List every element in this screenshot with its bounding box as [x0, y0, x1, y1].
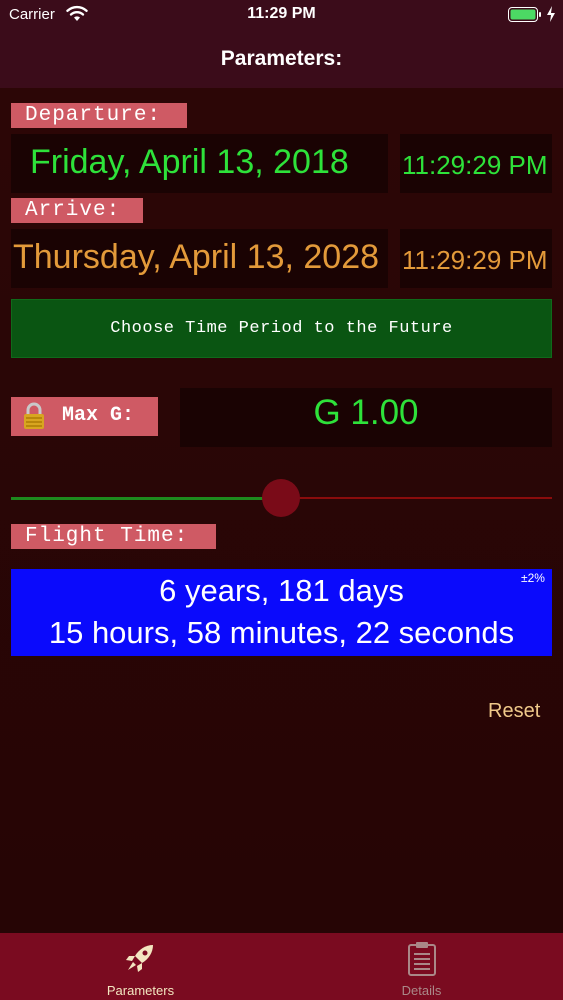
tab-parameters[interactable]: Parameters	[90, 983, 191, 998]
max-g-label: Max G:	[62, 404, 135, 427]
rocket-icon[interactable]	[122, 940, 158, 976]
tab-bar	[0, 933, 563, 1000]
charging-bolt-icon	[547, 6, 555, 22]
tolerance-note: ±2%	[521, 571, 545, 585]
flight-time-line1: 6 years, 181 days	[159, 573, 404, 608]
page-title: Parameters:	[220, 47, 343, 70]
slider-track-filled[interactable]	[11, 497, 282, 500]
status-time: 11:29 PM	[247, 5, 316, 22]
slider-track-empty[interactable]	[282, 497, 552, 499]
choose-time-period-button[interactable]: Choose Time Period to the Future	[11, 299, 552, 358]
reset-button[interactable]: Reset	[488, 700, 540, 723]
arrive-label: Arrive:	[11, 198, 143, 223]
lock-icon	[24, 402, 44, 429]
arrive-time: 11:29:29 PM	[402, 245, 548, 275]
flight-time-line2: 15 hours, 58 minutes, 22 seconds	[48, 615, 515, 650]
tab-details[interactable]: Details	[371, 983, 472, 998]
departure-date: Friday, April 13, 2018	[30, 143, 349, 181]
departure-label: Departure:	[11, 103, 187, 128]
battery-icon	[508, 7, 541, 22]
flight-time-label: Flight Time:	[11, 524, 216, 549]
departure-time: 11:29:29 PM	[402, 150, 548, 180]
max-g-slider-thumb[interactable]	[262, 479, 300, 517]
g-value: G 1.00	[313, 393, 419, 432]
clipboard-icon[interactable]	[405, 941, 439, 977]
arrive-date: Thursday, April 13, 2028	[13, 238, 380, 276]
